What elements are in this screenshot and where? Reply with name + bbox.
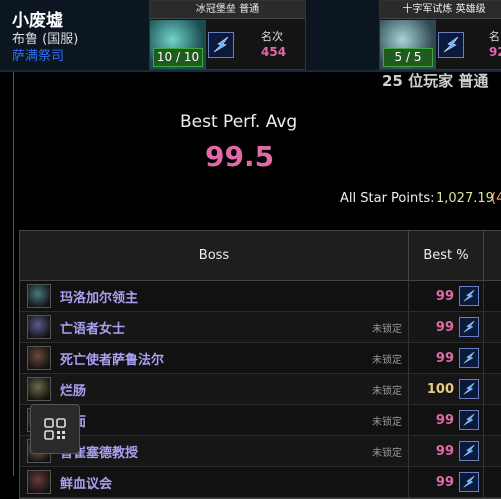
lightning-icon — [438, 32, 464, 58]
table-row[interactable]: 烂肠 未锁定 100 — [20, 374, 501, 405]
lightning-icon[interactable] — [459, 379, 479, 399]
rank-value: 92 — [489, 45, 501, 59]
table-row[interactable]: 死亡使者萨鲁法尔 未锁定 99 — [20, 343, 501, 374]
best-percent: 99 — [435, 288, 454, 304]
best-percent: 99 — [435, 350, 454, 366]
raid-card-icc[interactable]: 冰冠堡垒 普通 10 / 10 名次 454 — [149, 0, 306, 70]
main-panel: 25 位玩家 普通 Best Perf. Avg 99.5 All Star P… — [13, 72, 501, 499]
rank-label: 名次 — [261, 30, 283, 43]
extra-column-header — [484, 231, 501, 280]
best-perf-value: 99.5 — [205, 140, 275, 173]
best-column-header[interactable]: Best % — [409, 231, 484, 280]
extra-cell — [484, 343, 501, 373]
star-points-value: 1,027.19 — [436, 191, 494, 206]
boss-name-link[interactable]: 玛洛加尔领主 — [60, 287, 138, 306]
boss-cell: 亡语者女士 未锁定 — [20, 312, 409, 342]
boss-table: Boss Best % 玛洛加尔领主 99 亡语者女士 未锁定 99 死亡使者萨鲁法尔 未锁… — [19, 230, 501, 499]
boss-portrait-icon — [27, 315, 51, 339]
extra-cell — [484, 312, 501, 342]
boss-portrait-icon — [27, 377, 51, 401]
boss-name-link[interactable]: 烂肠 — [60, 380, 86, 399]
lightning-icon[interactable] — [459, 317, 479, 337]
boss-name-link[interactable]: 死亡使者萨鲁法尔 — [60, 349, 164, 368]
extra-cell — [484, 374, 501, 404]
qr-code-icon — [44, 418, 66, 440]
table-body: 玛洛加尔领主99亡语者女士未锁定99死亡使者萨鲁法尔未锁定99烂肠未锁定100脓… — [20, 281, 501, 498]
best-perf-label: Best Perf. Avg — [180, 112, 298, 132]
rank-label: 名 — [489, 30, 500, 43]
raid-kills: 10 / 10 — [153, 48, 203, 67]
lock-status: 未锁定 — [372, 385, 402, 397]
star-points-extra: (4 — [491, 191, 501, 206]
boss-cell: 死亡使者萨鲁法尔 未锁定 — [20, 343, 409, 373]
star-points-label: All Star Points: — [340, 191, 435, 206]
best-cell: 100 — [409, 374, 484, 404]
best-cell: 99 — [409, 405, 484, 435]
boss-portrait-icon — [27, 470, 51, 494]
best-percent: 100 — [426, 381, 454, 397]
qr-code-button[interactable] — [30, 404, 80, 454]
best-cell: 99 — [409, 436, 484, 466]
boss-portrait-icon — [27, 284, 51, 308]
best-cell: 99 — [409, 467, 484, 497]
lightning-icon[interactable] — [459, 472, 479, 492]
best-percent: 99 — [435, 474, 454, 490]
boss-cell: 玛洛加尔领主 — [20, 281, 409, 311]
best-percent: 99 — [435, 319, 454, 335]
table-row[interactable]: 玛洛加尔领主 99 — [20, 281, 501, 312]
best-percent: 99 — [435, 412, 454, 428]
table-row[interactable]: 亡语者女士 未锁定 99 — [20, 312, 501, 343]
character-header: 小废墟 布鲁 (国服) 萨满祭司 冰冠堡垒 普通 10 / 10 名次 454 … — [0, 0, 501, 72]
table-row[interactable]: 普崔塞德教授 未锁定 99 — [20, 436, 501, 467]
lock-status: 未锁定 — [372, 354, 402, 366]
boss-name-link[interactable]: 鲜血议会 — [60, 473, 112, 492]
table-row[interactable]: 鲜血议会 99 — [20, 467, 501, 498]
raid-card-toc[interactable]: 十字军试炼 英雄级 5 / 5 名 92 — [379, 0, 501, 70]
lightning-icon[interactable] — [459, 410, 479, 430]
lightning-icon — [208, 32, 234, 58]
boss-cell: 鲜血议会 — [20, 467, 409, 497]
lightning-icon[interactable] — [459, 441, 479, 461]
lock-status: 未锁定 — [372, 416, 402, 428]
lock-status: 未锁定 — [372, 323, 402, 335]
table-header: Boss Best % — [20, 231, 501, 281]
table-row[interactable]: 脓面未锁定99 — [20, 405, 501, 436]
best-cell: 99 — [409, 343, 484, 373]
best-cell: 99 — [409, 312, 484, 342]
best-cell: 99 — [409, 281, 484, 311]
extra-cell — [484, 405, 501, 435]
rank-value: 454 — [261, 45, 287, 59]
extra-cell — [484, 281, 501, 311]
extra-cell — [484, 467, 501, 497]
extra-cell — [484, 436, 501, 466]
lightning-icon[interactable] — [459, 348, 479, 368]
raid-kills: 5 / 5 — [383, 48, 433, 67]
boss-column-header[interactable]: Boss — [20, 231, 409, 280]
raid-title: 冰冠堡垒 普通 — [150, 1, 305, 19]
raid-title: 十字军试炼 英雄级 — [380, 1, 501, 19]
character-spec: 萨满祭司 — [12, 49, 65, 64]
lightning-icon[interactable] — [459, 286, 479, 306]
boss-name-link[interactable]: 亡语者女士 — [60, 318, 125, 337]
lock-status: 未锁定 — [372, 447, 402, 459]
best-percent: 99 — [435, 443, 454, 459]
boss-cell: 烂肠 未锁定 — [20, 374, 409, 404]
partition-label: 25 位玩家 普通 — [382, 72, 489, 90]
boss-portrait-icon — [27, 346, 51, 370]
